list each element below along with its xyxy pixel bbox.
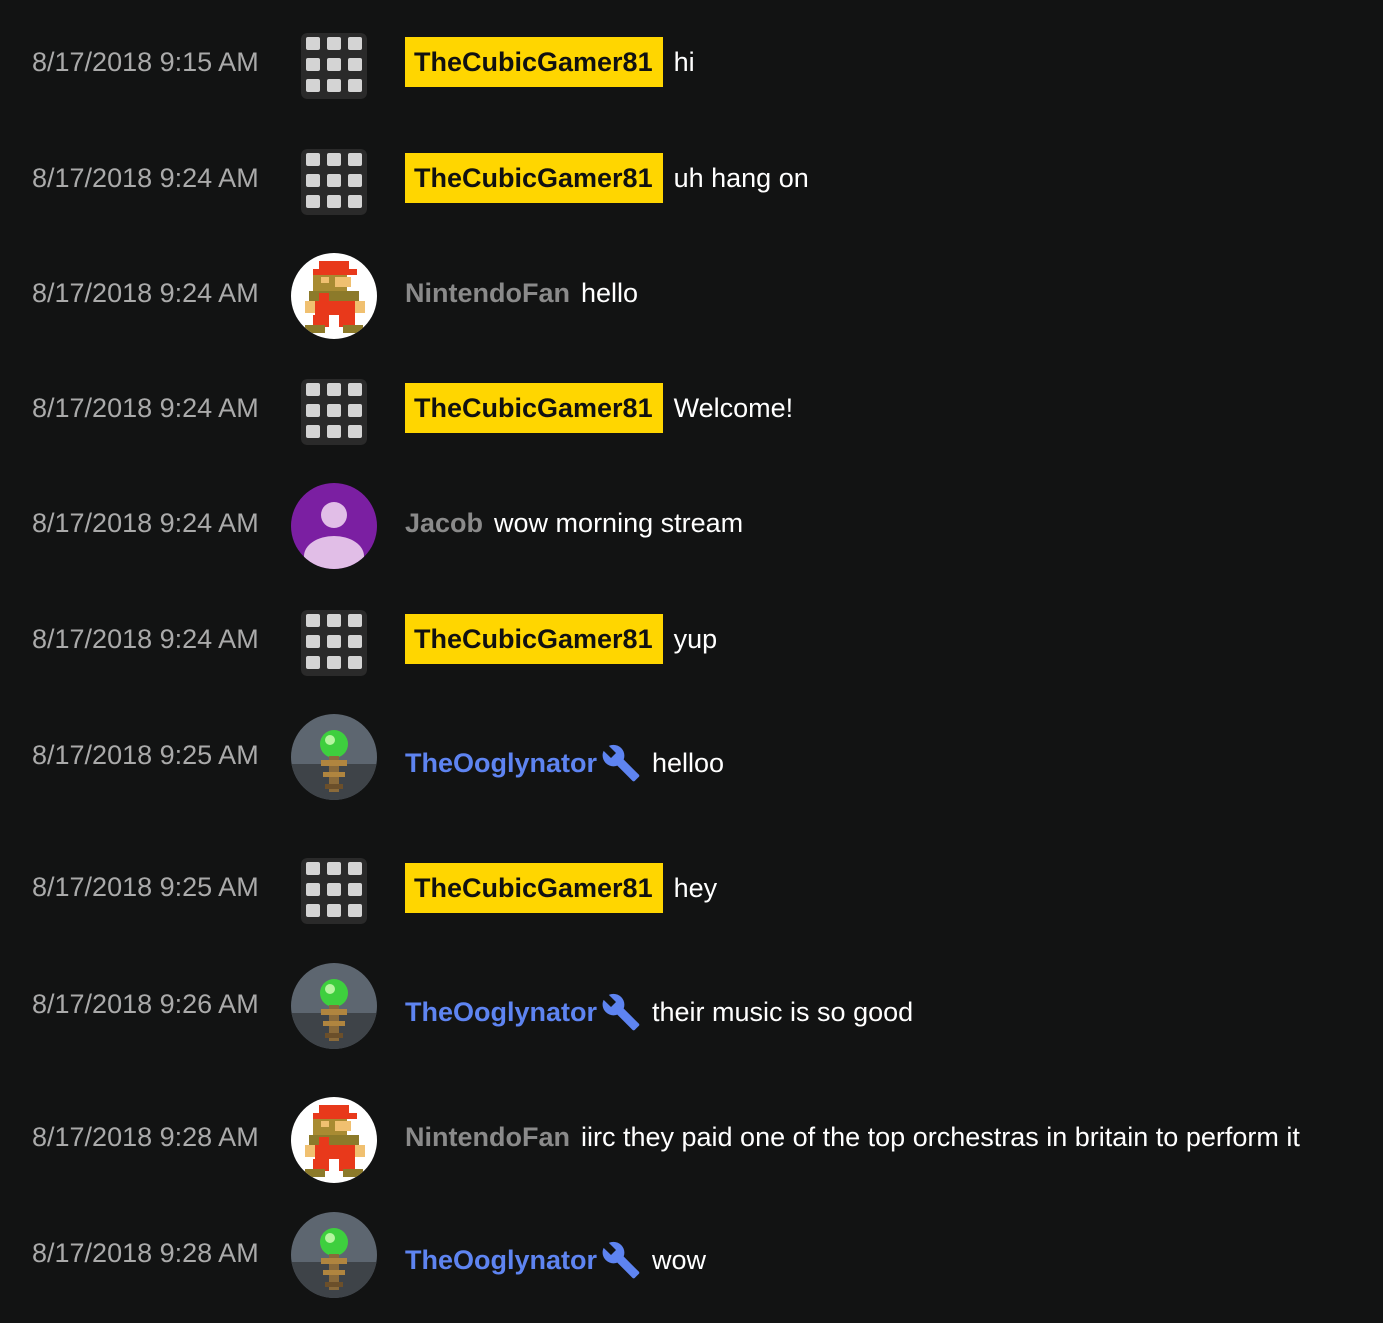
- message-timestamp: 8/17/2018 9:24 AM: [32, 278, 259, 308]
- message-text: Welcome!: [673, 393, 794, 423]
- author-name[interactable]: TheCubicGamer81: [405, 153, 663, 203]
- message-timestamp: 8/17/2018 9:24 AM: [32, 163, 259, 193]
- author-name[interactable]: TheOoglynator: [405, 746, 597, 780]
- message-timestamp: 8/17/2018 9:24 AM: [32, 508, 259, 538]
- chat-message: 8/17/2018 9:24 AM TheCubicGamer81 Welcom…: [0, 379, 1383, 445]
- mario-avatar[interactable]: [291, 1097, 377, 1183]
- grid-logo-icon[interactable]: [301, 149, 367, 215]
- grid-logo-icon[interactable]: [301, 858, 367, 924]
- chat-message: 8/17/2018 9:24 AM TheCubicGamer81 uh han…: [0, 149, 1383, 215]
- author-name[interactable]: TheCubicGamer81: [405, 37, 663, 87]
- author-name[interactable]: TheCubicGamer81: [405, 614, 663, 664]
- message-timestamp: 8/17/2018 9:25 AM: [32, 740, 259, 770]
- message-text: helloo: [652, 748, 725, 778]
- chat-message: 8/17/2018 9:28 AM TheOoglynator wow: [0, 1212, 1383, 1298]
- chat-message: 8/17/2018 9:25 AM TheOoglynator helloo: [0, 714, 1383, 800]
- wrench-icon: [601, 1240, 641, 1280]
- wrench-icon: [601, 743, 641, 783]
- grid-logo-icon[interactable]: [301, 33, 367, 99]
- message-timestamp: 8/17/2018 9:28 AM: [32, 1238, 259, 1268]
- grid-logo-icon[interactable]: [301, 379, 367, 445]
- author-name[interactable]: TheOoglynator: [405, 995, 597, 1029]
- message-text: wow: [652, 1245, 707, 1275]
- message-text: hi: [673, 47, 695, 77]
- message-text: yup: [673, 624, 718, 654]
- message-timestamp: 8/17/2018 9:26 AM: [32, 989, 259, 1019]
- author-name[interactable]: Jacob: [405, 506, 483, 540]
- staff-avatar[interactable]: [291, 963, 377, 1049]
- message-timestamp: 8/17/2018 9:15 AM: [32, 47, 259, 77]
- staff-avatar[interactable]: [291, 1212, 377, 1298]
- chat-message: 8/17/2018 9:25 AM TheCubicGamer81 hey: [0, 858, 1383, 924]
- message-timestamp: 8/17/2018 9:28 AM: [32, 1122, 259, 1152]
- message-text: iirc they paid one of the top orchestras…: [580, 1122, 1300, 1152]
- chat-message: 8/17/2018 9:26 AM TheOoglynator their mu…: [0, 963, 1383, 1049]
- chat-message: 8/17/2018 9:24 AM NintendoFan hello: [0, 253, 1383, 339]
- chat-log: 8/17/2018 9:15 AM TheCubicGamer81 hi 8/1…: [0, 0, 1383, 1323]
- message-text: uh hang on: [673, 163, 809, 193]
- message-text: wow morning stream: [494, 508, 744, 538]
- grid-logo-icon[interactable]: [301, 610, 367, 676]
- author-name[interactable]: TheCubicGamer81: [405, 383, 663, 433]
- chat-message: 8/17/2018 9:15 AM TheCubicGamer81 hi: [0, 33, 1383, 99]
- message-text: hello: [580, 278, 639, 308]
- mario-avatar[interactable]: [291, 253, 377, 339]
- staff-avatar[interactable]: [291, 714, 377, 800]
- wrench-icon: [601, 992, 641, 1032]
- chat-message: 8/17/2018 9:24 AM TheCubicGamer81 yup: [0, 610, 1383, 676]
- author-name[interactable]: NintendoFan: [405, 276, 570, 310]
- message-timestamp: 8/17/2018 9:24 AM: [32, 624, 259, 654]
- chat-message: 8/17/2018 9:28 AM NintendoFan iirc they …: [0, 1097, 1383, 1183]
- message-text: hey: [673, 873, 718, 903]
- default-person-avatar[interactable]: [291, 483, 377, 569]
- author-name[interactable]: TheOoglynator: [405, 1243, 597, 1277]
- message-timestamp: 8/17/2018 9:25 AM: [32, 872, 259, 902]
- author-name[interactable]: NintendoFan: [405, 1120, 570, 1154]
- message-text: their music is so good: [652, 997, 914, 1027]
- message-timestamp: 8/17/2018 9:24 AM: [32, 393, 259, 423]
- chat-message: 8/17/2018 9:24 AM Jacob wow morning stre…: [0, 483, 1383, 569]
- author-name[interactable]: TheCubicGamer81: [405, 863, 663, 913]
